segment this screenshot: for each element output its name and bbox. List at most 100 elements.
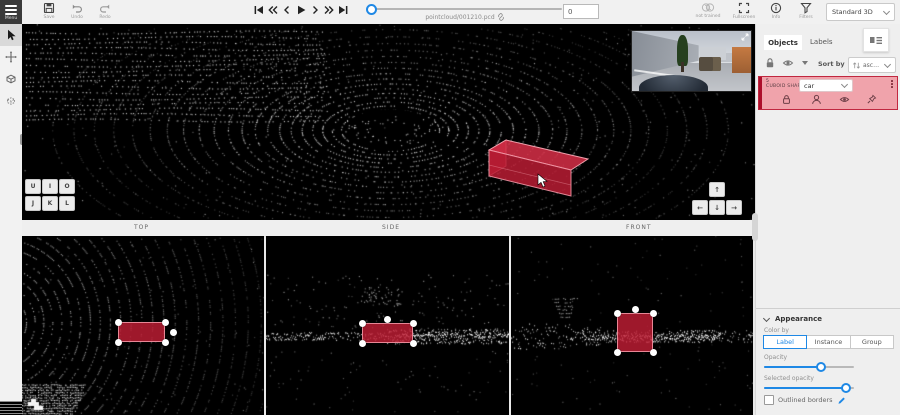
- person-icon: [811, 94, 822, 105]
- handle-side-tl[interactable]: [359, 320, 366, 327]
- undo-button[interactable]: Undo: [64, 0, 90, 24]
- handle-front-rotate[interactable]: [632, 306, 639, 313]
- handle-front-bl[interactable]: [614, 349, 621, 356]
- skip-last-button[interactable]: [337, 3, 349, 17]
- hotkey-j-label: J: [32, 200, 34, 207]
- hotkey-o[interactable]: O: [59, 179, 75, 194]
- sort-order-select[interactable]: asc…: [848, 57, 896, 73]
- caret-down-icon: [802, 61, 808, 65]
- appearance-header[interactable]: Appearance: [764, 315, 822, 323]
- sort-icon: [852, 61, 861, 70]
- pan-tool-button[interactable]: [0, 46, 22, 68]
- tab-objects[interactable]: Objects: [764, 35, 802, 50]
- info-button[interactable]: Info: [764, 0, 788, 24]
- handle-top-rotate[interactable]: [170, 329, 177, 336]
- nav-left-button[interactable]: ←: [692, 200, 708, 215]
- objects-panel: Objects Labels Sort by asc…: [755, 24, 900, 415]
- hotkey-j[interactable]: J: [25, 196, 41, 211]
- save-button[interactable]: Save: [36, 0, 62, 24]
- select-tool-button[interactable]: [0, 24, 22, 46]
- link-icon[interactable]: [497, 13, 505, 21]
- handle-front-tl[interactable]: [614, 310, 621, 317]
- previous-frame-button[interactable]: [281, 3, 293, 17]
- handle-top-br[interactable]: [162, 339, 169, 346]
- right-arrow-icon: →: [731, 204, 737, 212]
- lock-all-button[interactable]: [764, 57, 776, 69]
- tab-labels[interactable]: Labels: [810, 38, 833, 46]
- edit-pencil-icon[interactable]: [837, 396, 846, 405]
- handle-side-rotate[interactable]: [384, 316, 391, 323]
- object-list-item-car[interactable]: 5 CUBOID SHAPE car: [758, 76, 898, 110]
- frame-slider-zone: pointcloud/001210.pcd: [366, 0, 564, 24]
- ml-assist-button[interactable]: not trained: [693, 0, 723, 24]
- top-ortho-view[interactable]: [22, 236, 264, 415]
- handle-top-tl[interactable]: [115, 319, 122, 326]
- front-ortho-view[interactable]: [511, 236, 753, 415]
- hotkey-k[interactable]: K: [42, 196, 58, 211]
- color-by-instance-button[interactable]: Instance: [807, 335, 850, 349]
- object-track-button[interactable]: [811, 94, 822, 105]
- frame-slider-track[interactable]: [370, 8, 562, 10]
- nav-up-button[interactable]: ↑: [709, 182, 725, 197]
- outlined-borders-checkbox[interactable]: [764, 395, 774, 405]
- cuboid-rect-side-view[interactable]: [362, 323, 413, 343]
- handle-top-bl[interactable]: [115, 339, 122, 346]
- selected-opacity-slider[interactable]: [764, 383, 854, 393]
- object-menu-button[interactable]: [889, 80, 895, 88]
- expand-icon[interactable]: [741, 33, 749, 41]
- redo-button[interactable]: Redo: [92, 0, 118, 24]
- cursor-icon: [5, 29, 17, 41]
- object-pin-button[interactable]: [866, 94, 877, 105]
- object-lock-button[interactable]: [781, 94, 792, 105]
- side-ortho-view[interactable]: [266, 236, 509, 415]
- expand-list-button[interactable]: [802, 61, 808, 65]
- cuboid-rect-front-view[interactable]: [617, 313, 653, 352]
- frame-number-input[interactable]: [563, 4, 599, 19]
- handle-side-br[interactable]: [410, 340, 417, 347]
- category-select[interactable]: car: [799, 79, 853, 92]
- brain-icon: [701, 2, 715, 13]
- save-label: Save: [43, 15, 54, 20]
- nav-right-button[interactable]: →: [726, 200, 742, 215]
- play-button[interactable]: [295, 3, 307, 17]
- hotkey-l[interactable]: L: [59, 196, 75, 211]
- visibility-all-button[interactable]: [782, 57, 794, 69]
- menu-button[interactable]: Menu: [0, 0, 22, 24]
- object-visibility-button[interactable]: [839, 94, 850, 105]
- skip-first-button[interactable]: [253, 3, 265, 17]
- hotkey-k-label: K: [48, 200, 53, 207]
- rewind-button[interactable]: [267, 3, 279, 17]
- panel-toggle-button[interactable]: [863, 28, 889, 52]
- hotkey-i[interactable]: I: [42, 179, 58, 194]
- cuboid-rect-top-view[interactable]: [118, 322, 165, 342]
- forward-button[interactable]: [323, 3, 335, 17]
- panel-collapse-handle[interactable]: [752, 213, 758, 241]
- main-3d-viewport[interactable]: U I O J K L ↑ ← ↓ →: [22, 24, 755, 220]
- handle-side-bl[interactable]: [359, 340, 366, 347]
- handle-front-tr[interactable]: [650, 310, 657, 317]
- next-frame-button[interactable]: [309, 3, 321, 17]
- sort-order-value: asc…: [863, 62, 885, 69]
- undo-label: Undo: [71, 15, 83, 20]
- color-by-label: Color by: [764, 327, 789, 334]
- view-mode-select[interactable]: Standard 3D: [826, 3, 895, 21]
- info-icon: [770, 2, 782, 14]
- cuboid-batch-tool-button[interactable]: [0, 90, 22, 112]
- hotkey-u[interactable]: U: [25, 179, 41, 194]
- nav-down-button[interactable]: ↓: [709, 200, 725, 215]
- handle-front-br[interactable]: [650, 349, 657, 356]
- color-by-group-button[interactable]: Group: [851, 335, 894, 349]
- handle-side-tr[interactable]: [410, 320, 417, 327]
- opacity-slider[interactable]: [764, 362, 854, 372]
- camera-tree: [677, 35, 688, 66]
- handle-top-tr[interactable]: [162, 319, 169, 326]
- camera-thumbnail[interactable]: [631, 30, 752, 92]
- fullscreen-button[interactable]: Fullscreen: [732, 0, 756, 24]
- selected-opacity-slider-handle[interactable]: [841, 383, 851, 393]
- filters-button[interactable]: Filters: [794, 0, 818, 24]
- opacity-slider-handle[interactable]: [816, 362, 826, 372]
- cuboid-tool-button[interactable]: [0, 68, 22, 90]
- top-toolbar: Menu Save Undo Redo: [0, 0, 900, 25]
- color-by-label-button[interactable]: Label: [763, 335, 807, 349]
- pin-icon: [866, 94, 877, 105]
